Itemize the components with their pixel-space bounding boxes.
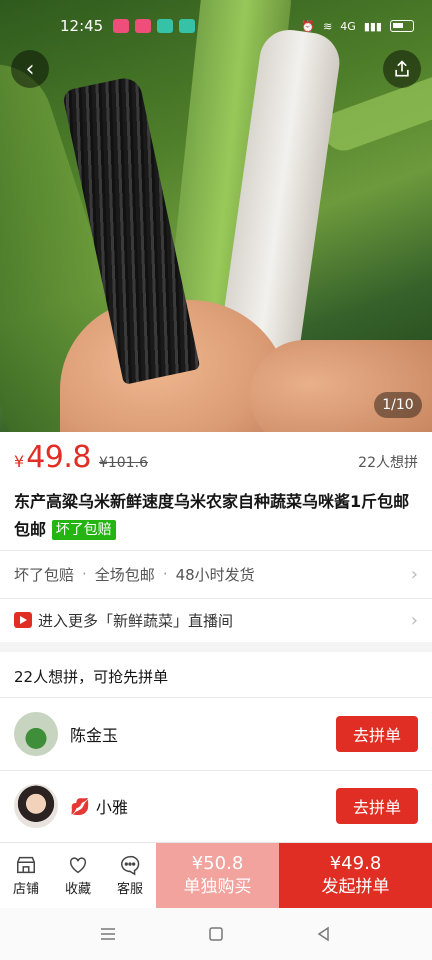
wifi-icon: ≋ <box>323 19 333 33</box>
status-bar: 12:45 ⏰ ≋ 4G ▮▮▮ <box>0 0 432 52</box>
group-member-row: 陈金玉 去拼单 <box>14 706 418 762</box>
back-button[interactable]: ‹ <box>11 50 49 88</box>
alarm-icon: ⏰ <box>301 19 316 33</box>
divider <box>0 770 432 771</box>
share-button[interactable] <box>383 50 421 88</box>
price-row: ¥ 49.8 ¥101.6 22人想拼 <box>14 440 418 480</box>
buy-single-button[interactable]: ¥50.8 单独购买 <box>156 843 279 908</box>
service-separator: · <box>162 565 168 583</box>
back-triangle-icon[interactable] <box>315 925 333 943</box>
avatar <box>14 712 58 756</box>
image-hand <box>250 340 432 432</box>
single-price: ¥50.8 <box>191 852 244 874</box>
service-label: 客服 <box>116 882 143 897</box>
start-group-button[interactable]: ¥49.8 发起拼单 <box>279 843 432 908</box>
app-notification-icon <box>135 19 152 33</box>
group-member-row: 💋 小雅 去拼单 <box>14 778 418 834</box>
favorite-label: 收藏 <box>64 882 91 897</box>
member-name: 陈金玉 <box>70 726 119 745</box>
shop-icon <box>17 856 35 874</box>
damage-guarantee-badge: 坏了包赔 <box>51 520 116 540</box>
system-navigation-bar <box>0 908 432 960</box>
chevron-right-icon: › <box>410 609 418 631</box>
group-buy-label: 发起拼单 <box>321 876 390 897</box>
original-price: ¥101.6 <box>98 455 148 471</box>
group-price: 49.8 <box>26 440 91 475</box>
service-item: 48小时发货 <box>175 565 255 584</box>
group-buy-price: ¥49.8 <box>329 852 382 874</box>
lips-icon: 💋 <box>70 796 90 816</box>
status-app-icons <box>113 19 196 33</box>
app-notification-icon <box>157 19 174 33</box>
image-counter: 1/10 <box>374 392 422 418</box>
avatar <box>14 784 58 828</box>
want-count: 22人想拼 <box>358 455 418 471</box>
member-name: 小雅 <box>95 798 128 817</box>
join-group-button[interactable]: 去拼单 <box>336 716 418 752</box>
chat-icon <box>121 855 140 876</box>
service-item: 坏了包赔 <box>14 565 75 584</box>
chevron-right-icon: › <box>410 563 418 585</box>
signal-label: 4G <box>340 19 356 33</box>
share-icon <box>395 60 409 77</box>
currency-symbol: ¥ <box>14 452 25 471</box>
status-time: 12:45 <box>60 17 104 35</box>
divider <box>0 598 432 599</box>
battery-icon <box>390 20 414 32</box>
signal-icon: ▮▮▮ <box>363 19 382 33</box>
group-heading: 22人想拼，可抢先拼单 <box>14 668 169 686</box>
shop-button[interactable]: 店铺 <box>0 843 52 908</box>
divider <box>0 550 432 551</box>
customer-service-button[interactable]: 客服 <box>104 843 156 908</box>
home-icon[interactable] <box>207 925 225 943</box>
app-notification-icon <box>113 19 130 33</box>
chevron-left-icon: ‹ <box>25 56 35 82</box>
live-room-link[interactable]: 进入更多「新鲜蔬菜」直播间 › <box>14 602 418 638</box>
section-divider <box>0 642 432 652</box>
product-image[interactable] <box>0 0 432 432</box>
single-label: 单独购买 <box>183 876 252 897</box>
favorite-button[interactable]: 收藏 <box>52 843 104 908</box>
divider <box>0 697 432 698</box>
live-icon <box>14 612 32 628</box>
heart-icon <box>69 857 87 874</box>
service-separator: · <box>82 565 87 583</box>
service-row[interactable]: 坏了包赔 · 全场包邮 · 48小时发货 › <box>14 556 418 592</box>
bottom-action-bar: 店铺 收藏 客服 ¥50.8 单独购买 ¥49.8 发起拼单 <box>0 842 432 908</box>
product-title: 东产高粱乌米新鲜速度乌米农家自种蔬菜乌咪酱1斤包邮包邮 坏了包赔 <box>14 488 414 544</box>
live-room-text: 进入更多「新鲜蔬菜」直播间 <box>38 611 234 630</box>
shop-label: 店铺 <box>12 882 39 897</box>
status-indicators: ⏰ ≋ 4G ▮▮▮ <box>301 20 414 33</box>
app-notification-icon <box>179 19 196 33</box>
join-group-button[interactable]: 去拼单 <box>336 788 418 824</box>
service-item: 全场包邮 <box>94 565 155 584</box>
menu-icon[interactable] <box>99 925 117 943</box>
